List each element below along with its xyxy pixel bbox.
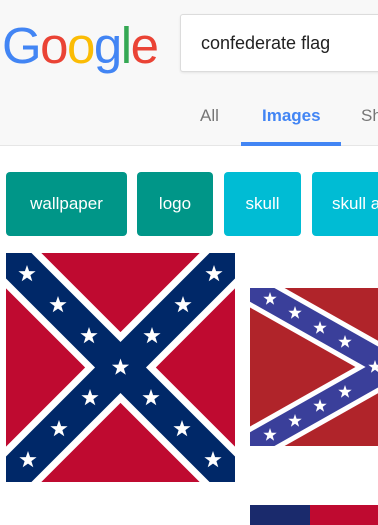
confederate-flag-image bbox=[250, 288, 378, 446]
image-result[interactable] bbox=[250, 505, 378, 525]
related-search-chip-skull[interactable]: skull bbox=[224, 172, 301, 236]
google-logo[interactable]: Google bbox=[2, 16, 162, 76]
search-input[interactable] bbox=[201, 15, 378, 71]
related-search-chip-wallpaper[interactable]: wallpaper bbox=[6, 172, 127, 236]
related-search-chip-skull-a[interactable]: skull a bbox=[312, 172, 378, 236]
svg-text:Google: Google bbox=[2, 17, 158, 74]
related-search-chip-logo[interactable]: logo bbox=[137, 172, 213, 236]
confederate-flag-image bbox=[6, 253, 235, 482]
image-result[interactable] bbox=[6, 253, 235, 482]
top-bar: Google All Images Sh bbox=[0, 0, 378, 146]
tab-all[interactable]: All bbox=[200, 106, 219, 126]
tab-shopping[interactable]: Sh bbox=[361, 106, 378, 126]
search-box[interactable] bbox=[180, 14, 378, 72]
confederate-flag-image bbox=[250, 505, 378, 525]
active-tab-indicator bbox=[241, 142, 341, 146]
image-result[interactable] bbox=[250, 288, 378, 446]
tab-images[interactable]: Images bbox=[262, 106, 321, 126]
